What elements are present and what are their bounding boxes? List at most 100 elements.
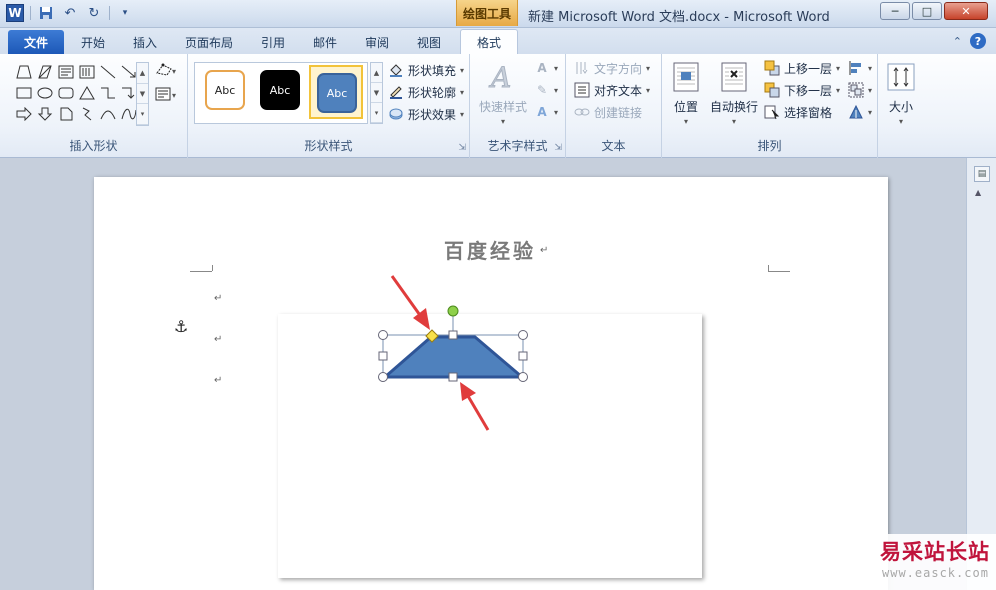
shape-effects-icon (388, 106, 404, 122)
text-fill-button[interactable]: A ▾ (534, 58, 558, 78)
maximize-button[interactable]: □ (912, 2, 942, 20)
elbow-connector-shape-icon[interactable] (98, 83, 118, 103)
selection-pane-button[interactable]: 选择窗格 (764, 102, 832, 122)
style-swatch-blue-fill[interactable]: Abc (317, 73, 357, 113)
quick-styles-button[interactable]: A 快速样式 ▾ (476, 60, 530, 126)
vertical-text-box-shape-icon[interactable] (77, 62, 97, 82)
tab-format[interactable]: 格式 (460, 29, 518, 55)
size-button[interactable]: 大小 ▾ (884, 60, 918, 126)
align-text-icon (574, 82, 590, 98)
document-page[interactable]: 百度经验 ↵ ↵ ↵ ↵ ⚓ (94, 177, 888, 590)
align-button[interactable]: ▾ (848, 58, 872, 78)
group-arrange: 位置 ▾ 自动换行 ▾ 上移一层 ▾ 下移一层 ▾ 选择窗格 ▾ ▾ ▾ 排列 (662, 54, 878, 158)
draw-text-box-icon[interactable]: ▾ (155, 86, 183, 102)
gallery-more-icon[interactable]: ▾ (371, 103, 382, 123)
position-button[interactable]: 位置 ▾ (670, 60, 702, 126)
minimize-ribbon-icon[interactable]: ⌃ (953, 35, 962, 48)
style-gallery-scroll[interactable]: ▲ ▼ ▾ (370, 62, 383, 124)
tab-view[interactable]: 视图 (408, 30, 450, 54)
tab-references[interactable]: 引用 (252, 30, 294, 54)
curve-shape-icon[interactable] (98, 104, 118, 124)
dropdown-arrow-icon: ▾ (554, 85, 559, 95)
create-link-label: 创建链接 (594, 105, 643, 120)
tab-mailings[interactable]: 邮件 (304, 30, 346, 54)
anchor-icon[interactable]: ⚓ (174, 317, 188, 336)
gallery-more-icon[interactable]: ▾ (137, 104, 148, 126)
dialog-launcher-icon[interactable]: ⇲ (554, 143, 562, 153)
oval-shape-icon[interactable] (35, 83, 55, 103)
document-heading[interactable]: 百度经验 (444, 235, 536, 264)
bring-forward-button[interactable]: 上移一层 ▾ (764, 58, 840, 78)
align-text-label: 对齐文本 (594, 83, 643, 98)
tab-insert[interactable]: 插入 (124, 30, 166, 54)
line-shape-icon[interactable] (98, 62, 118, 82)
tab-file[interactable]: 文件 (8, 30, 64, 54)
dialog-launcher-icon[interactable]: ⇲ (458, 143, 466, 153)
style-swatch-orange-outline[interactable]: Abc (205, 70, 245, 110)
shape-effects-button[interactable]: 形状效果 ▾ (388, 104, 464, 124)
dropdown-arrow-icon: ▾ (836, 85, 841, 95)
rounded-rectangle-shape-icon[interactable] (56, 83, 76, 103)
text-direction-button[interactable]: 文字方向 ▾ (574, 58, 650, 78)
bring-forward-icon (764, 60, 780, 76)
shape-outline-button[interactable]: 形状轮廓 ▾ (388, 82, 464, 102)
scroll-up-icon[interactable]: ▲ (975, 188, 981, 197)
ribbon: ▲ ▼ ▾ ▾ ▾ 插入形状 Abc Abc Abc ▲ ▼ ▾ 形状填充 ▾ (0, 54, 996, 158)
tab-page-layout[interactable]: 页面布局 (178, 30, 240, 54)
shapes-gallery-scroll[interactable]: ▲ ▼ ▾ (136, 62, 149, 126)
text-outline-button[interactable]: ✎ ▾ (534, 80, 558, 100)
redo-icon[interactable]: ↻ (85, 4, 103, 22)
create-link-button[interactable]: 创建链接 (574, 102, 642, 122)
group-objects-button[interactable]: ▾ (848, 80, 872, 100)
freeform-shape-icon[interactable] (77, 104, 97, 124)
dropdown-arrow-icon: ▾ (460, 65, 465, 75)
wrap-text-button[interactable]: 自动换行 ▾ (710, 60, 758, 126)
text-effects-icon: A (537, 105, 547, 119)
edit-shape-icon[interactable]: ▾ (155, 62, 183, 78)
rotate-icon (848, 104, 864, 120)
drawing-canvas-box[interactable] (278, 314, 702, 578)
dropdown-arrow-icon: ▾ (868, 107, 873, 117)
undo-icon[interactable]: ↶ (61, 4, 79, 22)
tab-review[interactable]: 审阅 (356, 30, 398, 54)
word-logo-icon[interactable]: W (6, 4, 24, 22)
dropdown-arrow-icon: ▾ (554, 107, 559, 117)
send-backward-button[interactable]: 下移一层 ▾ (764, 80, 840, 100)
minimize-button[interactable]: ─ (880, 2, 910, 20)
gallery-up-icon[interactable]: ▲ (137, 63, 148, 84)
vertical-scrollbar[interactable]: ▤ ▲ (966, 158, 996, 590)
paragraph-mark-icon: ↵ (214, 334, 223, 345)
down-arrow-shape-icon[interactable] (35, 104, 55, 124)
style-swatch-black-fill[interactable]: Abc (260, 70, 300, 110)
rotate-button[interactable]: ▾ (848, 102, 872, 122)
paragraph-mark-icon: ↵ (214, 375, 223, 386)
help-icon[interactable]: ? (970, 33, 986, 49)
close-button[interactable]: ✕ (944, 2, 988, 20)
svg-text:▾: ▾ (172, 91, 176, 100)
window-controls: ─ □ ✕ (880, 2, 988, 20)
dropdown-arrow-icon: ▾ (868, 85, 873, 95)
rectangle-shape-icon[interactable] (14, 83, 34, 103)
shape-fill-button[interactable]: 形状填充 ▾ (388, 60, 464, 80)
site-watermark: 易采站长站 www.easck.com (876, 534, 996, 590)
right-arrow-shape-icon[interactable] (14, 104, 34, 124)
tab-home[interactable]: 开始 (72, 30, 114, 54)
send-backward-label: 下移一层 (784, 83, 833, 98)
selection-pane-icon (764, 104, 780, 120)
gallery-down-icon[interactable]: ▼ (371, 83, 382, 103)
qat-separator (109, 6, 110, 20)
save-icon[interactable] (37, 4, 55, 22)
customize-qat-icon[interactable]: ▾ (116, 4, 134, 22)
gallery-up-icon[interactable]: ▲ (371, 63, 382, 83)
parallelogram-shape-icon[interactable] (35, 62, 55, 82)
trapezoid-shape-icon[interactable] (14, 62, 34, 82)
view-ruler-icon[interactable]: ▤ (974, 166, 990, 182)
text-box-shape-icon[interactable] (56, 62, 76, 82)
align-text-button[interactable]: 对齐文本 ▾ (574, 80, 650, 100)
gallery-down-icon[interactable]: ▼ (137, 84, 148, 105)
qat-separator (30, 6, 31, 20)
group-size: 大小 ▾ (878, 54, 924, 158)
triangle-shape-icon[interactable] (77, 83, 97, 103)
text-effects-button[interactable]: A ▾ (534, 102, 558, 122)
flowchart-shape-icon[interactable] (56, 104, 76, 124)
